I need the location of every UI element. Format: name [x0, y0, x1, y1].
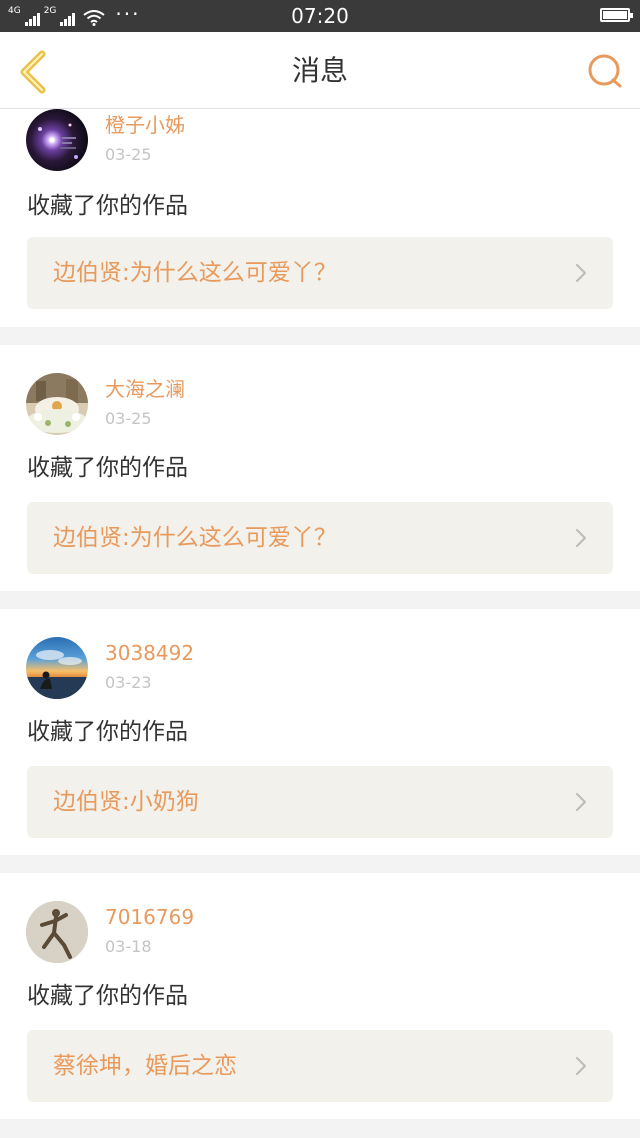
message-card: 7016769 03-18 收藏了你的作品 蔡徐坤，婚后之恋 [0, 873, 640, 1119]
action-text: 收藏了你的作品 [27, 455, 188, 481]
search-button[interactable] [586, 52, 624, 90]
avatar-image [38, 123, 78, 159]
work-title: 边伯贤:为什么这么可爱丫？ [53, 525, 337, 551]
work-link[interactable]: 蔡徐坤，婚后之恋 [27, 1030, 613, 1102]
action-text: 收藏了你的作品 [27, 719, 188, 745]
page-title: 消息 [291, 54, 348, 87]
username[interactable]: 大海之澜 [105, 377, 185, 401]
work-title: 边伯贤:小奶狗 [53, 789, 199, 815]
username[interactable]: 橙子小姊 [105, 113, 185, 137]
chevron-right-icon [575, 528, 587, 548]
status-bar: 4G 2G ··· 07:20 [0, 0, 640, 32]
message-card: 大海之澜 03-25 收藏了你的作品 边伯贤:为什么这么可爱丫？ [0, 345, 640, 591]
search-icon [588, 54, 622, 88]
avatar-image [26, 650, 88, 699]
avatar-image [26, 373, 88, 433]
clock: 07:20 [291, 4, 349, 28]
avatar[interactable] [26, 373, 88, 435]
chevron-right-icon [575, 792, 587, 812]
username[interactable]: 3038492 [105, 641, 194, 665]
avatar[interactable] [26, 901, 88, 963]
work-link[interactable]: 边伯贤:为什么这么可爱丫？ [27, 502, 613, 574]
avatar[interactable] [26, 637, 88, 699]
battery-icon [600, 8, 633, 22]
avatar-image [26, 901, 88, 963]
action-text: 收藏了你的作品 [27, 983, 188, 1009]
work-link[interactable]: 边伯贤:小奶狗 [27, 766, 613, 838]
message-date: 03-18 [105, 937, 152, 956]
work-title: 蔡徐坤，婚后之恋 [53, 1053, 237, 1079]
message-card: 3038492 03-23 收藏了你的作品 边伯贤:小奶狗 [0, 609, 640, 855]
chevron-right-icon [575, 263, 587, 283]
work-title: 边伯贤:为什么这么可爱丫？ [53, 260, 337, 286]
message-date: 03-25 [105, 409, 152, 428]
message-card: 橙子小姊 03-25 收藏了你的作品 边伯贤:为什么这么可爱丫？ [0, 109, 640, 327]
message-list[interactable]: 橙子小姊 03-25 收藏了你的作品 边伯贤:为什么这么可爱丫？ 大海之澜 03… [0, 109, 640, 1138]
work-link[interactable]: 边伯贤:为什么这么可爱丫？ [27, 237, 613, 309]
header: 消息 [0, 32, 640, 109]
chevron-right-icon [575, 1056, 587, 1076]
action-text: 收藏了你的作品 [27, 193, 188, 219]
message-date: 03-23 [105, 673, 152, 692]
message-date: 03-25 [105, 145, 152, 164]
username[interactable]: 7016769 [105, 905, 194, 929]
avatar[interactable] [26, 109, 88, 171]
